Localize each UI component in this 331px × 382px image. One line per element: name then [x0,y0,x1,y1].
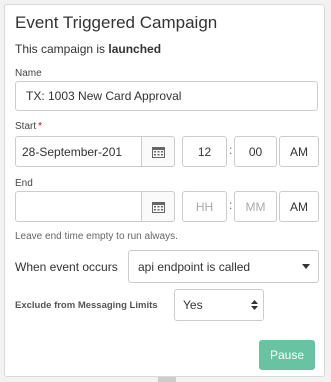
end-ampm-toggle[interactable]: AM [279,191,319,222]
start-minute-input[interactable]: 00 [234,136,277,167]
event-label: When event occurs [15,260,118,274]
pause-button[interactable]: Pause [259,340,315,370]
required-marker: * [38,121,43,132]
event-select-value: api endpoint is called [138,259,251,274]
name-label: Name [15,68,42,79]
start-ampm-toggle[interactable]: AM [279,136,319,167]
calendar-icon [151,146,165,158]
panel-title: Event Triggered Campaign [15,13,218,32]
start-label: Start * [15,121,43,132]
time-separator: : [229,198,233,212]
exclude-select[interactable]: Yes [174,289,264,321]
end-time-hint: Leave end time empty to run always. [15,231,178,242]
exclude-select-value: Yes [183,298,203,312]
campaign-status: This campaign is launched [15,42,162,56]
resize-handle[interactable] [158,377,176,382]
end-calendar-button[interactable] [141,191,175,222]
status-value: launched [108,42,162,56]
time-separator: : [229,143,233,157]
end-hour-input[interactable]: HH [182,191,227,222]
campaign-panel: Event Triggered Campaign This campaign i… [4,4,325,377]
sort-arrows-icon [251,300,258,310]
start-date-input[interactable]: 28-September-201 [15,136,142,167]
event-select[interactable]: api endpoint is called [128,250,319,283]
calendar-icon [151,201,165,213]
end-label: End [15,178,33,189]
name-input[interactable]: TX: 1003 New Card Approval [15,81,318,111]
end-date-input[interactable] [15,191,142,222]
start-calendar-button[interactable] [141,136,175,167]
end-minute-input[interactable]: MM [234,191,277,222]
exclude-label: Exclude from Messaging Limits [15,300,158,311]
start-hour-input[interactable]: 12 [182,136,227,167]
caret-down-icon [302,264,310,269]
